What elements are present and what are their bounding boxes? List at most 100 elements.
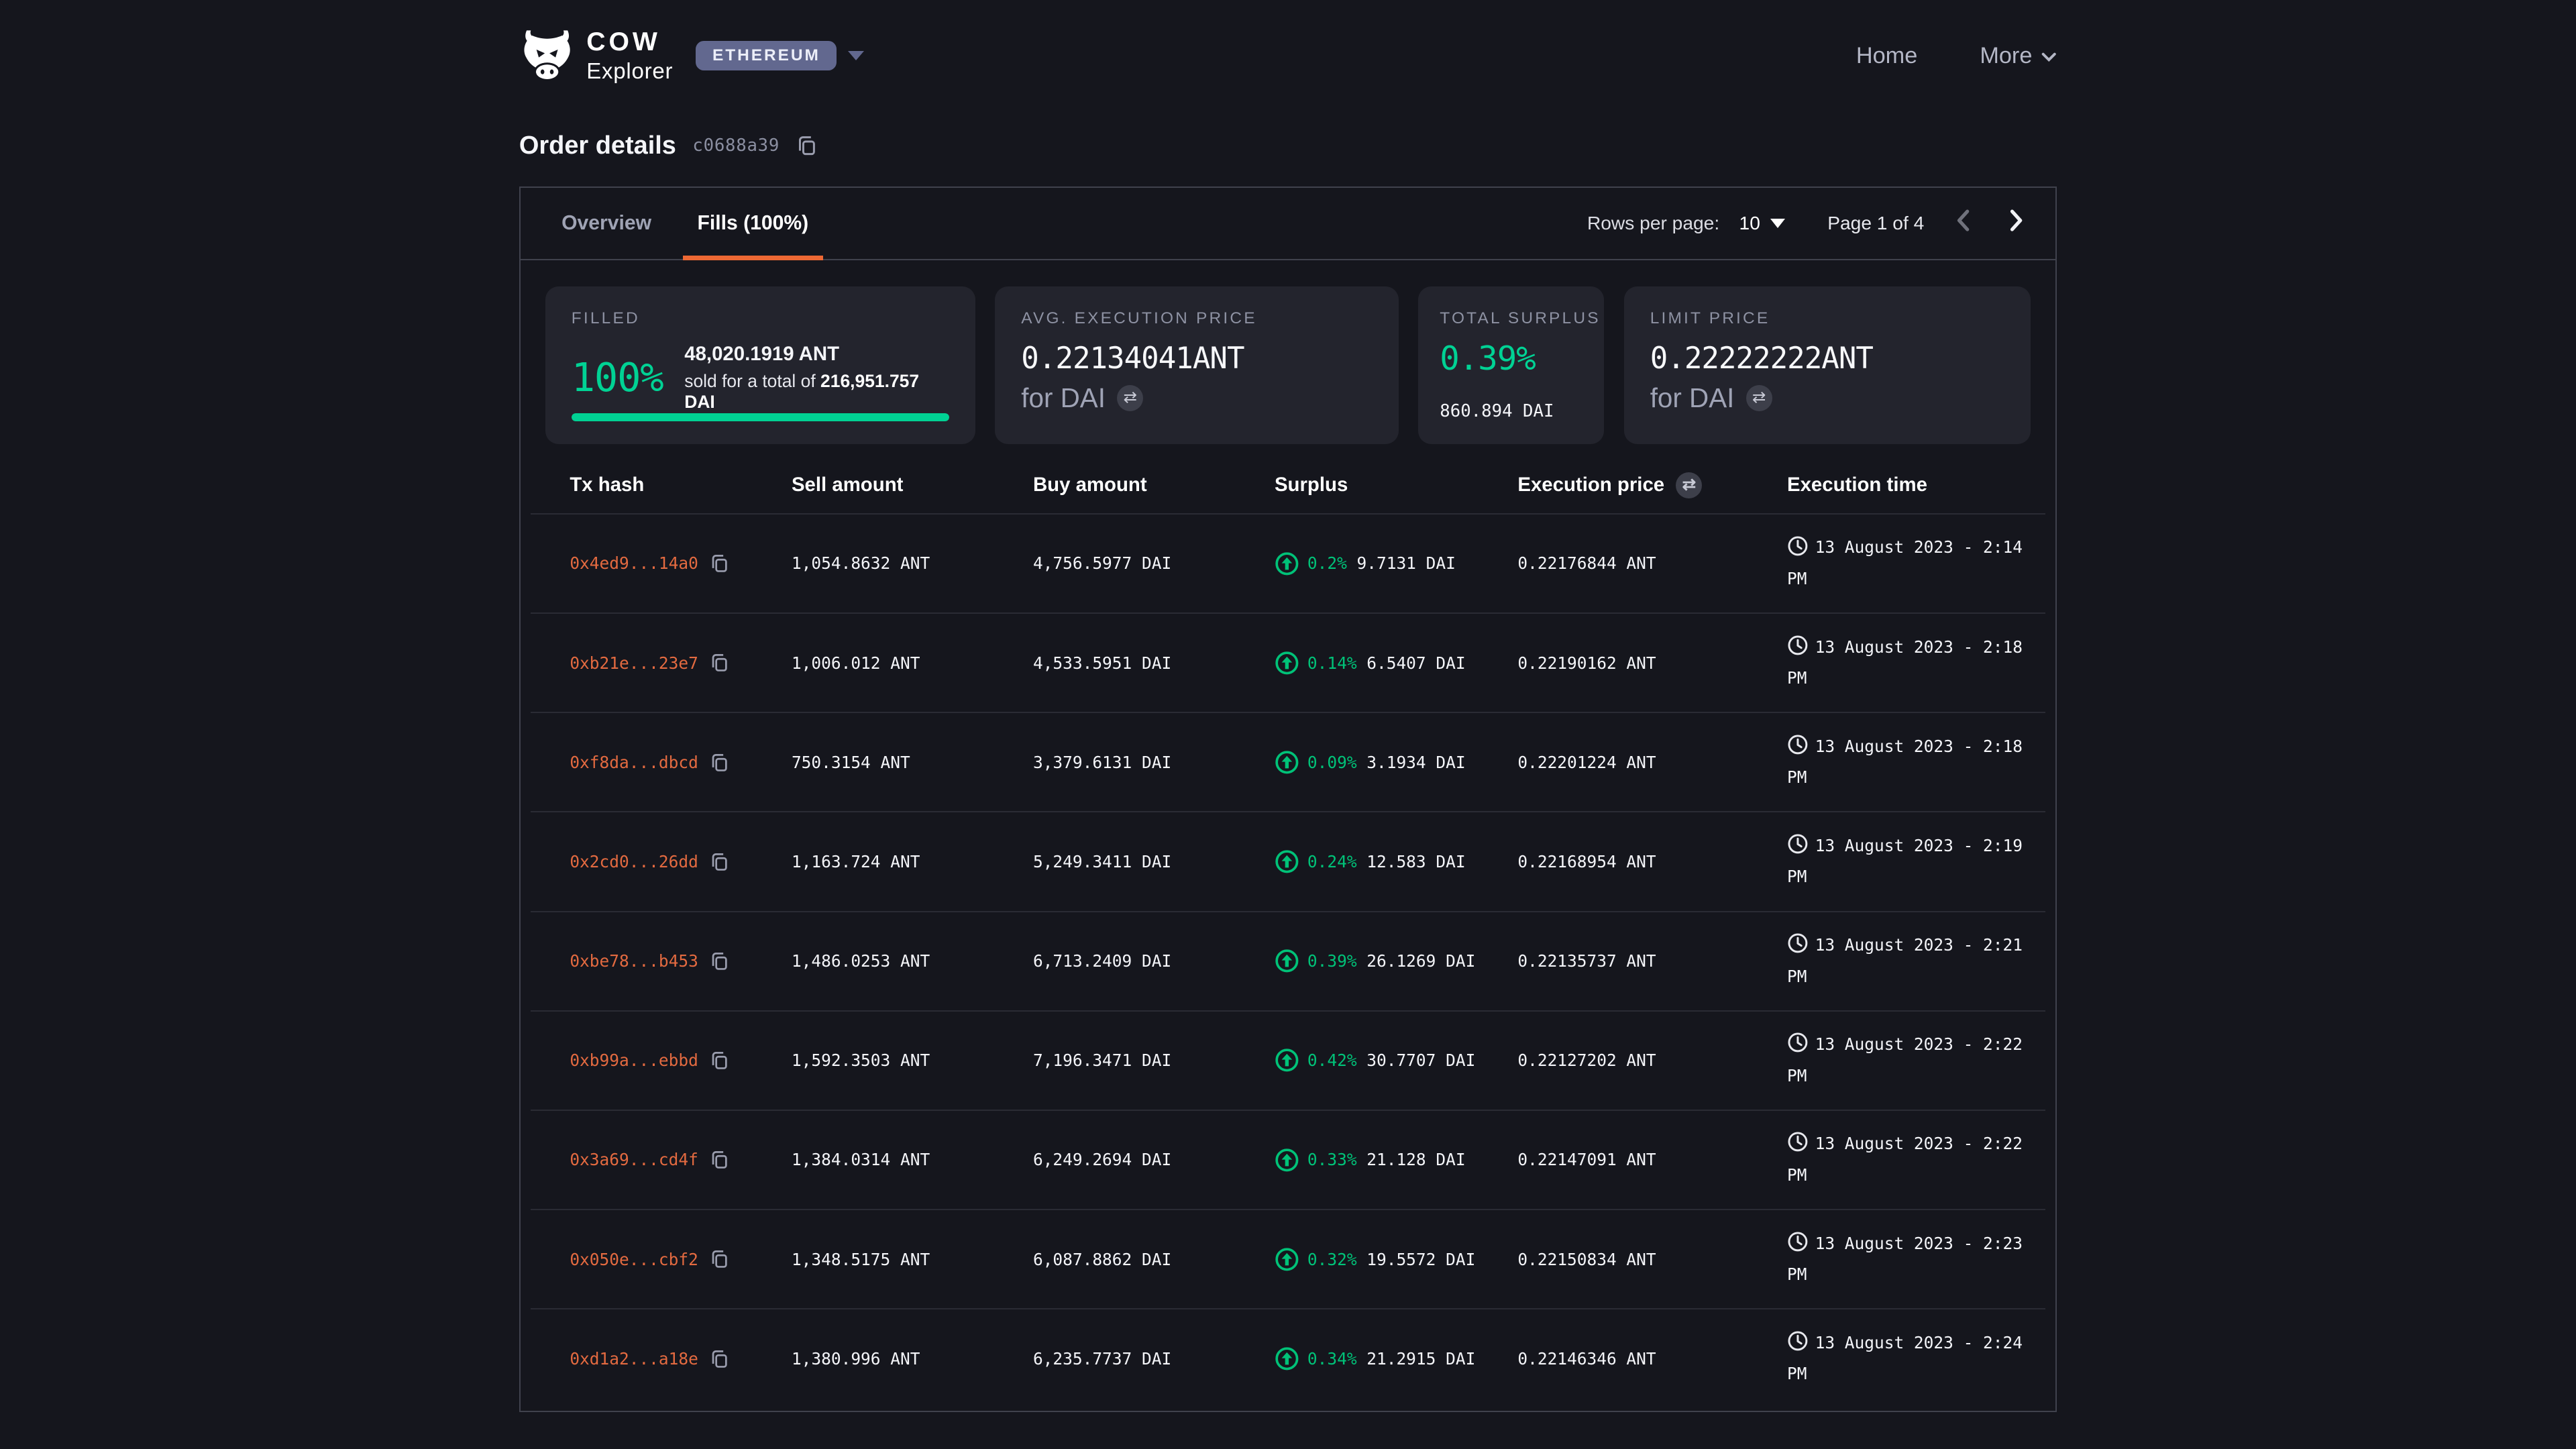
copy-icon (710, 951, 729, 971)
order-panel: Overview Fills (100%) Rows per page: 10 … (519, 186, 2057, 1412)
nav-home[interactable]: Home (1856, 43, 1917, 69)
arrow-up-circle-icon (1275, 1346, 1299, 1371)
filled-amounts: 48,020.1919 ANT sold for a total of 216,… (684, 343, 949, 412)
sell-amount: 1,348.5175 ANT (792, 1250, 1033, 1269)
invert-price-icon[interactable]: ⇄ (1117, 385, 1143, 411)
surplus-cell: 0.09% 3.1934 DAI (1275, 750, 1517, 775)
clock-icon (1787, 935, 1815, 955)
nav-more[interactable]: More (1980, 43, 2057, 69)
clock-icon (1787, 537, 1815, 557)
clock-icon (1787, 637, 1815, 657)
previous-page-button[interactable] (1950, 207, 1976, 239)
col-buy-amount: Buy amount (1033, 474, 1275, 496)
execution-price: 0.22150834 ANT (1517, 1250, 1787, 1269)
buy-amount: 3,379.6131 DAI (1033, 753, 1275, 772)
surplus-percent: 0.2% (1307, 553, 1347, 573)
surplus-cell: 0.14% 6.5407 DAI (1275, 651, 1517, 676)
tx-hash-link[interactable]: 0x4ed9...14a0 (570, 553, 698, 573)
tx-hash-link[interactable]: 0xb21e...23e7 (570, 653, 698, 673)
invert-price-icon[interactable]: ⇄ (1676, 472, 1702, 498)
tx-hash-link[interactable]: 0xf8da...dbcd (570, 753, 698, 772)
buy-amount: 4,756.5977 DAI (1033, 553, 1275, 573)
sell-amount: 1,486.0253 ANT (792, 951, 1033, 971)
tx-hash-link[interactable]: 0xb99a...ebbd (570, 1051, 698, 1070)
sell-amount: 1,163.724 ANT (792, 852, 1033, 871)
copy-icon (796, 135, 818, 156)
tx-hash-link[interactable]: 0xd1a2...a18e (570, 1349, 698, 1368)
filled-card: FILLED 100% 48,020.1919 ANT sold for a t… (545, 286, 975, 444)
brand-name: COW (586, 29, 673, 55)
copy-icon (710, 553, 729, 573)
tx-hash-link[interactable]: 0xbe78...b453 (570, 951, 698, 971)
sell-amount: 750.3154 ANT (792, 753, 1033, 772)
surplus-amount: 30.7707 DAI (1366, 1051, 1475, 1070)
network-badge[interactable]: ETHEREUM (696, 41, 837, 70)
table-row: 0x2cd0...26dd 1,163.724 ANT 5,249.3411 D… (531, 811, 2046, 910)
invert-price-icon[interactable]: ⇄ (1746, 385, 1772, 411)
execution-time: 13 August 2023 - 2:21 PM (1787, 930, 2031, 992)
col-execution-price: Execution price ⇄ (1517, 472, 1787, 498)
execution-time: 13 August 2023 - 2:18 PM (1787, 632, 2031, 694)
brand-wordmark: COW Explorer (586, 29, 673, 83)
sell-amount: 1,384.0314 ANT (792, 1150, 1033, 1169)
copy-tx-button[interactable] (710, 1150, 729, 1169)
arrow-up-circle-icon (1275, 750, 1299, 775)
copy-tx-button[interactable] (710, 1249, 729, 1269)
table-row: 0x3a69...cd4f 1,384.0314 ANT 6,249.2694 … (531, 1110, 2046, 1209)
surplus-amount: 19.5572 DAI (1366, 1250, 1475, 1269)
copy-tx-button[interactable] (710, 1051, 729, 1070)
execution-price: 0.22176844 ANT (1517, 553, 1787, 573)
avg-price-label: AVG. EXECUTION PRICE (1021, 309, 1373, 328)
limit-price-unit: for DAI (1650, 382, 1735, 414)
table-header-row: Tx hash Sell amount Buy amount Surplus E… (531, 458, 2046, 513)
arrow-up-circle-icon (1275, 651, 1299, 676)
tx-hash-link[interactable]: 0x3a69...cd4f (570, 1150, 698, 1169)
copy-icon (710, 653, 729, 672)
table-row: 0xf8da...dbcd 750.3154 ANT 3,379.6131 DA… (531, 712, 2046, 811)
copy-tx-button[interactable] (710, 852, 729, 871)
filled-progress-track (572, 413, 949, 421)
buy-amount: 6,713.2409 DAI (1033, 951, 1275, 971)
page-indicator: Page 1 of 4 (1827, 213, 1924, 234)
total-surplus-card: TOTAL SURPLUS 0.39% 860.894 DAI (1418, 286, 1604, 444)
surplus-amount: 6.5407 DAI (1366, 653, 1465, 673)
surplus-amount: 9.7131 DAI (1357, 553, 1456, 573)
copy-tx-button[interactable] (710, 753, 729, 772)
sell-amount: 1,006.012 ANT (792, 653, 1033, 673)
copy-tx-button[interactable] (710, 1349, 729, 1368)
tab-overview[interactable]: Overview (547, 188, 666, 259)
execution-time-text: 13 August 2023 - 2:22 PM (1787, 1134, 2023, 1185)
filled-total-line: sold for a total of 216,951.757 DAI (684, 371, 949, 413)
execution-price: 0.22127202 ANT (1517, 1051, 1787, 1070)
surplus-cell: 0.32% 19.5572 DAI (1275, 1247, 1517, 1272)
surplus-percent: 0.39% (1307, 951, 1357, 971)
tx-hash-link[interactable]: 0x2cd0...26dd (570, 852, 698, 871)
copy-order-hash-button[interactable] (796, 135, 818, 156)
order-details-page: Order details c0688a39 Overview Fills (1… (519, 131, 2057, 1412)
surplus-percent: 0.33% (1307, 1150, 1357, 1169)
clock-icon (1787, 1134, 1815, 1153)
clock-icon (1787, 836, 1815, 855)
brand-logo[interactable]: COW Explorer (519, 27, 673, 85)
table-row: 0xd1a2...a18e 1,380.996 ANT 6,235.7737 D… (531, 1308, 2046, 1407)
execution-time: 13 August 2023 - 2:19 PM (1787, 830, 2031, 893)
surplus-percent: 0.34% (1307, 1349, 1357, 1368)
copy-tx-button[interactable] (710, 951, 729, 971)
surplus-percent: 0.32% (1307, 1250, 1357, 1269)
copy-icon (710, 1249, 729, 1269)
limit-price-value: 0.22222222ANT (1650, 341, 2005, 376)
copy-tx-button[interactable] (710, 553, 729, 573)
clock-icon (1787, 1234, 1815, 1253)
arrow-up-circle-icon (1275, 1247, 1299, 1272)
network-selector[interactable]: ETHEREUM (696, 41, 864, 70)
rows-per-page-select[interactable]: 10 (1739, 213, 1785, 234)
chevron-down-icon (2041, 43, 2057, 69)
stat-cards: FILLED 100% 48,020.1919 ANT sold for a t… (545, 286, 2031, 444)
top-nav: COW Explorer ETHEREUM Home More (0, 0, 2576, 112)
brand-subtitle: Explorer (586, 60, 673, 83)
copy-tx-button[interactable] (710, 653, 729, 672)
filled-percent: 100% (572, 354, 663, 400)
tx-hash-link[interactable]: 0x050e...cbf2 (570, 1250, 698, 1269)
tab-fills[interactable]: Fills (100%) (683, 188, 824, 259)
next-page-button[interactable] (2003, 207, 2029, 239)
